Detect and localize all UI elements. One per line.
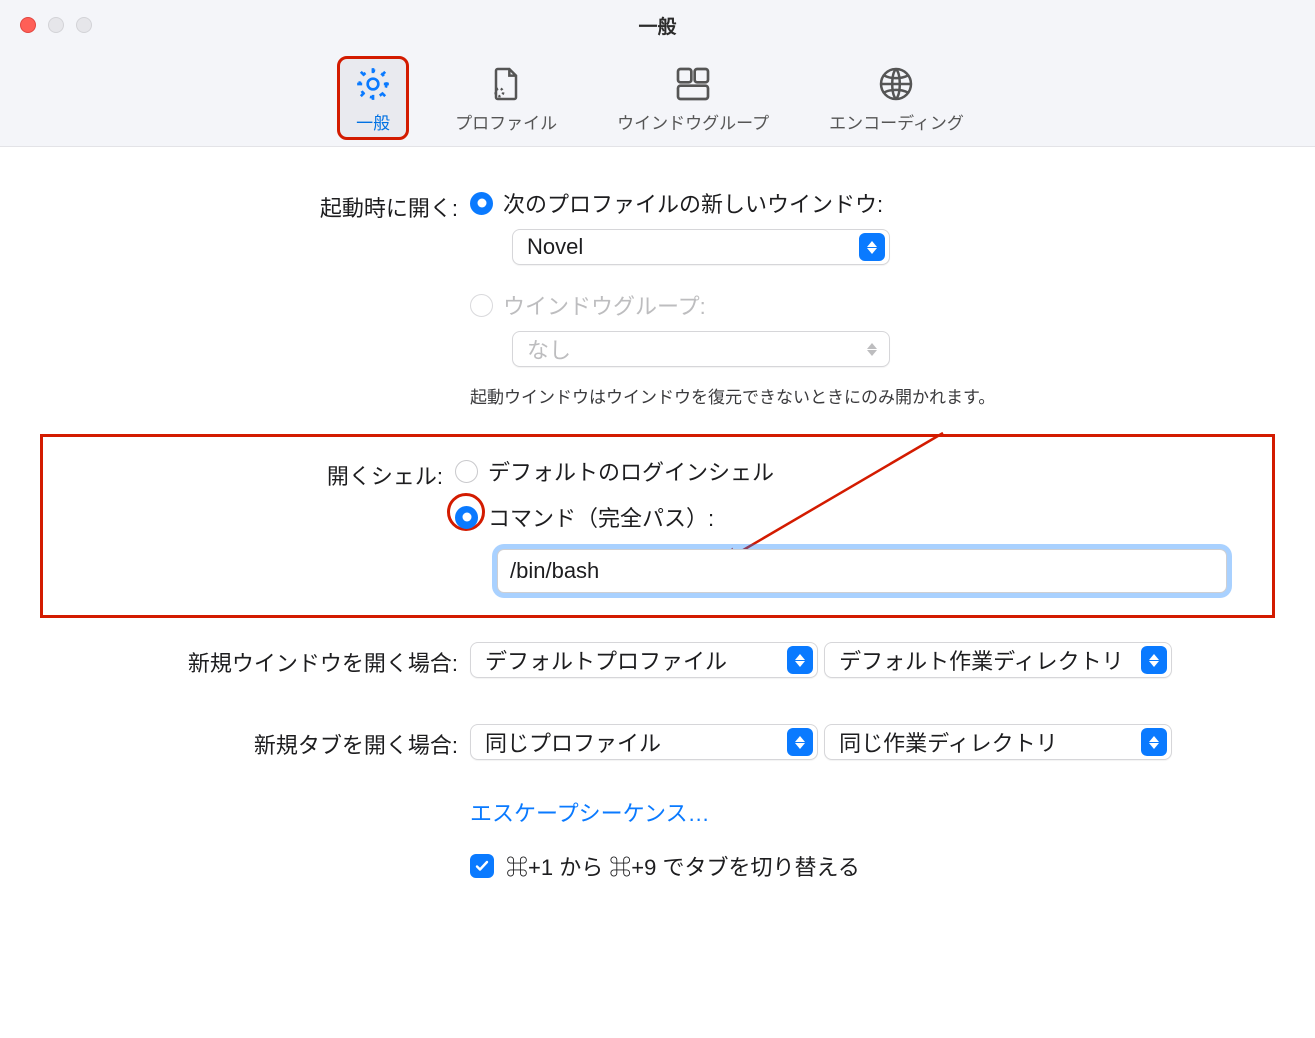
new-window-profile-value: デフォルトプロファイル (485, 644, 737, 676)
tab-general[interactable]: 一般 (339, 58, 407, 138)
gear-icon (351, 62, 395, 106)
tab-profiles[interactable]: プロファイル (443, 58, 569, 138)
tab-encodings[interactable]: エンコーディング (817, 58, 976, 138)
traffic-lights (20, 17, 92, 33)
radio-open-profile-window[interactable] (470, 192, 493, 215)
new-tab-dir-value: 同じ作業ディレクトリ (839, 726, 1067, 758)
chevron-updown-icon (1141, 646, 1167, 674)
radio-default-shell-label: デフォルトのログインシェル (488, 455, 774, 487)
radio-open-window-group-label: ウインドウグループ: (503, 289, 706, 321)
new-tab-profile-value: 同じプロファイル (485, 726, 671, 758)
radio-open-profile-window-label: 次のプロファイルの新しいウインドウ: (503, 187, 883, 219)
startup-profile-select[interactable]: Novel (512, 229, 890, 265)
profile-icon (484, 62, 528, 106)
startup-group-select: なし (512, 331, 890, 367)
new-tab-profile-select[interactable]: 同じプロファイル (470, 724, 818, 760)
shell-label: 開くシェル: (43, 455, 455, 491)
radio-command-shell-label: コマンド（完全パス）: (488, 501, 714, 533)
window-titlebar: 一般 (0, 0, 1315, 50)
chevron-updown-icon (859, 233, 885, 261)
preferences-toolbar: 一般 プロファイル ウインドウグループ (0, 50, 1315, 147)
minimize-button[interactable] (48, 17, 64, 33)
new-window-label: 新規ウインドウを開く場合: (40, 642, 470, 678)
window-title: 一般 (638, 12, 676, 39)
new-window-dir-select[interactable]: デフォルト作業ディレクトリ (824, 642, 1172, 678)
checkmark-icon (474, 858, 490, 874)
shell-command-input[interactable] (497, 549, 1227, 593)
preferences-content: 起動時に開く: 次のプロファイルの新しいウインドウ: Novel ウインドウグル… (0, 147, 1315, 930)
tab-window-groups[interactable]: ウインドウグループ (605, 58, 781, 138)
startup-label: 起動時に開く: (40, 187, 470, 223)
tab-profiles-label: プロファイル (455, 109, 557, 134)
new-window-dir-value: デフォルト作業ディレクトリ (839, 644, 1133, 676)
startup-helper-text: 起動ウインドウはウインドウを復元できないときにのみ開かれます。 (470, 383, 1275, 408)
chevron-updown-icon (787, 646, 813, 674)
tab-switch-label: ⌘+1 から ⌘+9 でタブを切り替える (506, 850, 860, 882)
globe-icon (874, 62, 918, 106)
chevron-updown-icon (1141, 728, 1167, 756)
new-tab-label: 新規タブを開く場合: (40, 724, 470, 760)
tab-groups-label: ウインドウグループ (617, 109, 769, 134)
startup-group-value: なし (527, 333, 581, 365)
shell-section-highlight: 開くシェル: デフォルトのログインシェル コマンド（完全パス）: (40, 434, 1275, 618)
escape-sequences-link[interactable]: エスケープシーケンス… (470, 801, 710, 826)
tab-encodings-label: エンコーディング (829, 109, 964, 134)
new-tab-dir-select[interactable]: 同じ作業ディレクトリ (824, 724, 1172, 760)
radio-command-shell[interactable] (455, 506, 478, 529)
new-window-profile-select[interactable]: デフォルトプロファイル (470, 642, 818, 678)
tab-general-label: 一般 (356, 109, 390, 134)
close-button[interactable] (20, 17, 36, 33)
startup-profile-value: Novel (527, 234, 593, 260)
tab-switch-checkbox[interactable] (470, 854, 494, 878)
maximize-button[interactable] (76, 17, 92, 33)
chevron-updown-icon (859, 335, 885, 363)
radio-open-window-group[interactable] (470, 294, 493, 317)
radio-default-shell[interactable] (455, 460, 478, 483)
window-group-icon (671, 62, 715, 106)
chevron-updown-icon (787, 728, 813, 756)
